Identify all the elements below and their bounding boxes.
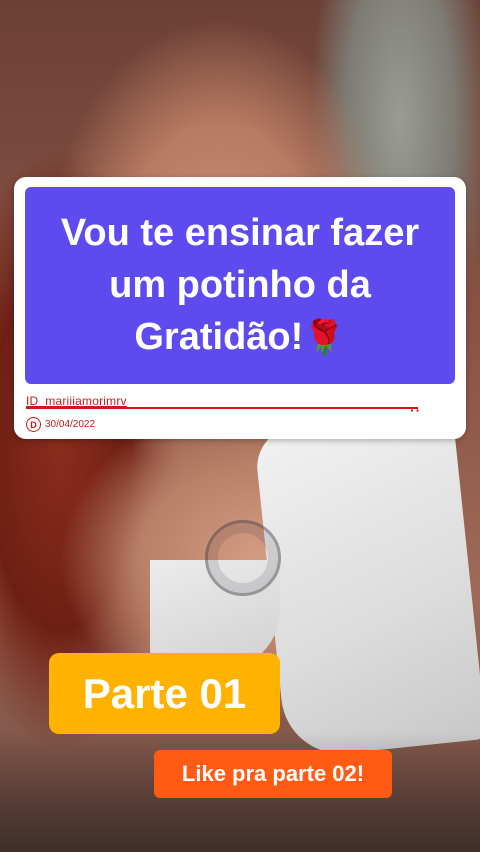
like-button[interactable]: Like pra parte 02! bbox=[154, 750, 392, 798]
shirt-shape bbox=[253, 410, 480, 760]
title-text: Vou te ensinar fazer um potinho da Grati… bbox=[35, 207, 445, 364]
tattoo-shape bbox=[205, 520, 281, 596]
divider-dots: ·· bbox=[410, 402, 422, 418]
rose-icon: 🌹 bbox=[303, 319, 346, 357]
part-badge: Parte 01 bbox=[49, 653, 280, 734]
title-line-2: um potinho da bbox=[109, 264, 371, 306]
title-banner: Vou te ensinar fazer um potinho da Grati… bbox=[25, 187, 455, 384]
user-id: ID_mariiiamorimrv bbox=[26, 394, 127, 408]
date-row: D 30/04/2022 bbox=[26, 417, 95, 432]
title-line-3: Gratidão! bbox=[134, 316, 304, 358]
like-label: Like pra parte 02! bbox=[181, 761, 365, 786]
divider-line bbox=[26, 407, 418, 409]
d-badge-icon: D bbox=[26, 417, 41, 432]
date-text: 30/04/2022 bbox=[45, 419, 96, 430]
title-card: Vou te ensinar fazer um potinho da Grati… bbox=[14, 177, 466, 439]
title-line-1: Vou te ensinar fazer bbox=[60, 212, 420, 254]
part-label: Parte 01 bbox=[82, 669, 247, 717]
